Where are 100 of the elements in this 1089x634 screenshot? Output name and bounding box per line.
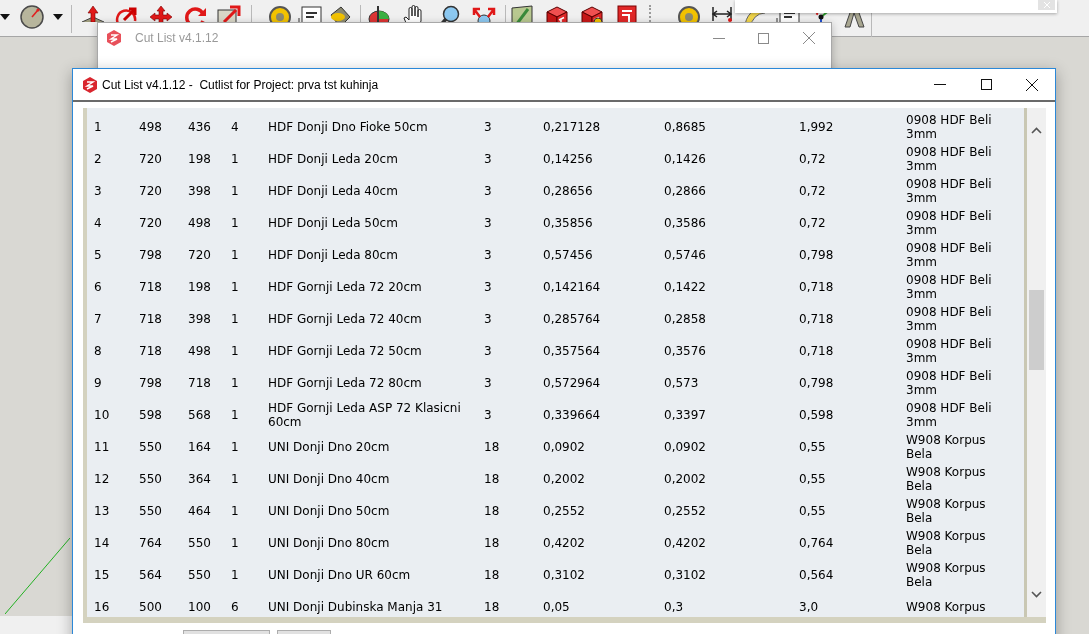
tape-measure-icon[interactable]: [677, 5, 701, 22]
table-text: 0908 HDF Beli 3mm: [906, 113, 992, 141]
table-text: 568: [188, 408, 211, 422]
map-icon[interactable]: [510, 5, 534, 22]
table-text: 15: [94, 568, 110, 582]
table-text: 0,764: [799, 536, 834, 550]
table-text: 564: [139, 568, 162, 582]
table-text: 3: [484, 248, 492, 262]
table-text: 0,357564: [543, 344, 601, 358]
tape-measure-icon[interactable]: [268, 5, 292, 22]
table-text: 798: [139, 376, 162, 390]
table-text: 718: [188, 376, 211, 390]
table-text: 0,598: [799, 408, 834, 422]
table-text: HDF Donji Leda 80cm: [268, 248, 398, 262]
close-icon: [802, 32, 815, 44]
table-text: W908 Korpus Bela: [906, 561, 986, 589]
table-text: 0,72: [799, 184, 826, 198]
table-text: 3: [484, 376, 492, 390]
table-text: W908 Korpus: [906, 600, 986, 614]
minimize-icon: [712, 37, 725, 39]
table-text: W908 Korpus Bela: [906, 433, 986, 461]
table-text: 18: [484, 536, 500, 550]
block-shape-icon[interactable]: [842, 13, 866, 29]
logo-icon: [106, 30, 122, 46]
table-text: 0,217128: [543, 120, 601, 134]
table-text: 1: [231, 568, 239, 582]
close-icon: [1043, 2, 1050, 8]
table-text: 18: [484, 440, 500, 454]
table-text: 398: [188, 184, 211, 198]
protractor-icon[interactable]: [743, 13, 767, 22]
table-text: 0,3586: [664, 216, 706, 230]
table-text: 18: [484, 504, 500, 518]
arc-arrow-icon[interactable]: [115, 5, 139, 22]
table-text: 0908 HDF Beli 3mm: [906, 209, 992, 237]
table-text: 3: [484, 152, 492, 166]
table-text: 3: [484, 408, 492, 422]
status-bar: [0, 616, 72, 634]
chevron-down-icon: [1031, 590, 1042, 598]
table-text: 1: [231, 312, 239, 326]
table-text: HDF Gornji Leda 72 40cm: [268, 312, 422, 326]
scrollbar[interactable]: [1027, 108, 1046, 617]
gauge-icon[interactable]: [20, 5, 44, 29]
cube-icon[interactable]: [545, 5, 569, 22]
table-text: 3: [484, 184, 492, 198]
table-text: 0908 HDF Beli 3mm: [906, 177, 992, 205]
maximize-icon: [758, 32, 769, 44]
table-text: HDF Donji Leda 20cm: [268, 152, 398, 166]
table-text: 6: [94, 280, 102, 294]
table-text: 3,0: [799, 600, 819, 614]
window-title: Cut List v4.1.12: [135, 30, 219, 47]
table-text: 498: [139, 120, 162, 134]
table-text: 498: [188, 344, 211, 358]
table-text: 1: [231, 504, 239, 518]
table-text: 0,0902: [543, 440, 585, 454]
table-text: 0,798: [799, 376, 834, 390]
table-text: 0908 HDF Beli 3mm: [906, 369, 992, 397]
maximize-icon: [980, 79, 992, 90]
table-text: 550: [188, 568, 211, 582]
table-text: 0,339664: [543, 408, 601, 422]
caret-icon[interactable]: [0, 14, 10, 20]
table-text: 16: [94, 600, 110, 614]
rotate-icon[interactable]: [183, 5, 207, 22]
table-text: 12: [94, 472, 110, 486]
scale-icon[interactable]: [217, 5, 241, 22]
move-icon[interactable]: [149, 5, 173, 22]
table-text: 720: [139, 152, 162, 166]
table-text: 0,4202: [543, 536, 585, 550]
table-text: 0,3102: [543, 568, 585, 582]
tile-icon[interactable]: [615, 5, 639, 22]
table-text: UNI Donji Dno 20cm: [268, 440, 390, 454]
table-text: 0,72: [799, 216, 826, 230]
table-text: 0,3397: [664, 408, 706, 422]
table-text: 18: [484, 568, 500, 582]
window-title: Cut List v4.1.12 - Cutlist for Project: prva tst kuhinja: [102, 76, 379, 94]
slab-arrow-icon[interactable]: [81, 5, 105, 22]
text-box-icon[interactable]: [298, 5, 322, 22]
table-text: 1: [231, 408, 239, 422]
scroll-thumb[interactable]: [1029, 290, 1044, 370]
dimension-icon[interactable]: [710, 5, 734, 22]
table-text: HDF Gornji Leda 72 80cm: [268, 376, 422, 390]
table-text: 1: [231, 440, 239, 454]
table-text: 0,2002: [664, 472, 706, 486]
table-text: 0,1426: [664, 152, 706, 166]
table-text: 0,573: [664, 376, 699, 390]
text-box-icon[interactable]: [776, 13, 800, 22]
table-text: 0,72: [799, 152, 826, 166]
table-text: 0,57456: [543, 248, 593, 262]
arrows-circle-icon[interactable]: [472, 5, 496, 22]
table-text: 0,718: [799, 280, 834, 294]
table-text: 0,0902: [664, 440, 706, 454]
table-text: 18: [484, 600, 500, 614]
table-text: 10: [94, 408, 110, 422]
table-text: 0,564: [799, 568, 834, 582]
table-text: 798: [139, 248, 162, 262]
table-text: UNI Donji Dno 80cm: [268, 536, 390, 550]
table-text: 164: [188, 440, 211, 454]
table-text: HDF Donji Leda 40cm: [268, 184, 398, 198]
caret-icon[interactable]: [53, 14, 63, 20]
table-text: 4: [94, 216, 102, 230]
table-text: HDF Gornji Leda 72 50cm: [268, 344, 422, 358]
